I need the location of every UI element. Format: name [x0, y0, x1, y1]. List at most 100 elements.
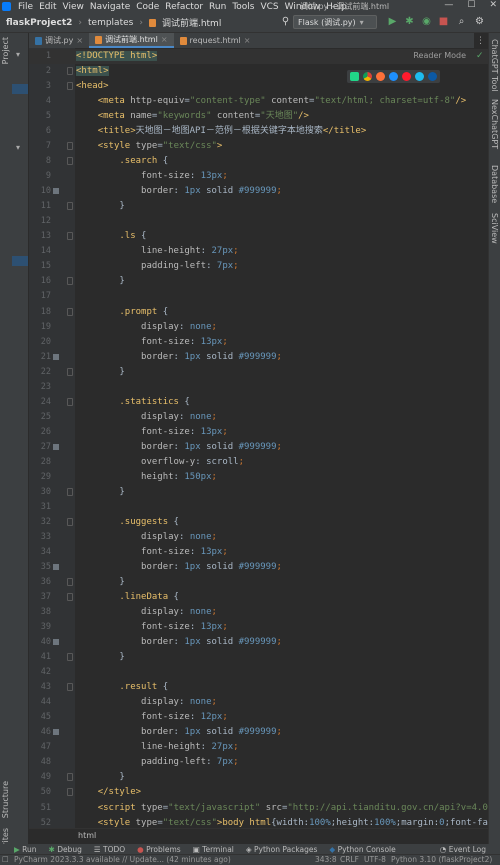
line-number[interactable]: 32 [29, 515, 51, 530]
sciview-tool-button[interactable]: SciView [490, 213, 499, 244]
line-number[interactable]: 28 [29, 455, 51, 470]
menu-item-run[interactable]: Run [209, 2, 226, 12]
code-line[interactable]: 25 display: none; [29, 410, 488, 425]
line-number[interactable]: 23 [29, 380, 51, 395]
more-tabs-icon[interactable]: ⋮ [476, 36, 485, 46]
caret-position[interactable]: 343:8 [315, 855, 337, 864]
code-line[interactable]: 37 .lineData { [29, 590, 488, 605]
editor-breadcrumb-item[interactable]: html [78, 831, 96, 840]
fold-icon[interactable] [67, 67, 73, 76]
line-number[interactable]: 41 [29, 650, 51, 665]
line-number[interactable]: 7 [29, 139, 51, 154]
line-number[interactable]: 1 [29, 49, 51, 64]
breadcrumb-folder[interactable]: templates [88, 18, 133, 28]
line-number[interactable]: 43 [29, 680, 51, 695]
code-line[interactable]: 27 border: 1px solid #999999; [29, 440, 488, 455]
line-number[interactable]: 40 [29, 635, 51, 650]
line-number[interactable]: 11 [29, 199, 51, 214]
gutter-marker-icon[interactable] [53, 353, 59, 360]
code-line[interactable]: 9 font-size: 13px; [29, 169, 488, 184]
debug-tool-button[interactable]: ✱ Debug [49, 845, 82, 854]
close-icon[interactable]: × [161, 35, 168, 44]
code-line[interactable]: 49 } [29, 770, 488, 785]
fold-icon[interactable] [67, 397, 73, 406]
search-icon[interactable]: ⌕ [456, 16, 467, 27]
stop-icon[interactable]: ■ [438, 16, 449, 27]
line-number[interactable]: 35 [29, 560, 51, 575]
line-number[interactable]: 5 [29, 109, 51, 124]
line-number[interactable]: 26 [29, 425, 51, 440]
line-number[interactable]: 39 [29, 620, 51, 635]
fold-icon[interactable] [67, 367, 73, 376]
code-line[interactable]: 22 } [29, 365, 488, 380]
code-line[interactable]: 8 .search { [29, 154, 488, 169]
menu-item-code[interactable]: Code [136, 2, 159, 12]
structure-tool-button[interactable]: Structure [1, 781, 10, 818]
code-line[interactable]: 32 .suggests { [29, 515, 488, 530]
project-panel[interactable] [12, 33, 29, 844]
gutter-marker-icon[interactable] [53, 639, 59, 646]
code-line[interactable]: 41 } [29, 650, 488, 665]
code-line[interactable]: 6 <title>天地图－地图API－范例－根据关键字本地搜索</title> [29, 124, 488, 139]
close-icon[interactable]: × [76, 36, 83, 45]
code-line[interactable]: 4 <meta http-equiv="content-type" conten… [29, 94, 488, 109]
menu-item-file[interactable]: File [18, 2, 33, 12]
pycharm-browser-icon[interactable] [350, 72, 359, 81]
run-icon[interactable]: ▶ [387, 16, 398, 27]
menu-item-edit[interactable]: Edit [39, 2, 56, 12]
fold-icon[interactable] [67, 788, 73, 797]
code-line[interactable]: 33 display: none; [29, 530, 488, 545]
fold-icon[interactable] [67, 517, 73, 526]
status-message[interactable]: PyCharm 2023.3.3 available // Update... … [14, 855, 231, 864]
line-number[interactable]: 8 [29, 154, 51, 169]
gutter-marker-icon[interactable] [53, 564, 59, 571]
code-line[interactable]: 40 border: 1px solid #999999; [29, 635, 488, 650]
line-number[interactable]: 36 [29, 575, 51, 590]
line-number[interactable]: 6 [29, 124, 51, 139]
line-separator[interactable]: CRLF [340, 855, 359, 864]
fold-icon[interactable] [67, 593, 73, 602]
line-number[interactable]: 19 [29, 320, 51, 335]
code-line[interactable]: 24 .statistics { [29, 395, 488, 410]
fold-icon[interactable] [67, 773, 73, 782]
run-config-selector[interactable]: Flask (调试.py) ▾ [293, 15, 377, 29]
settings-icon[interactable]: ⚙ [474, 16, 485, 27]
breadcrumb-file[interactable]: 调试前端.html [162, 16, 221, 29]
line-number[interactable]: 33 [29, 530, 51, 545]
nexchatgpt-tool-button[interactable]: NexChatGPT [490, 99, 499, 149]
line-number[interactable]: 18 [29, 305, 51, 320]
line-number[interactable]: 48 [29, 755, 51, 770]
code-line[interactable]: 18 .prompt { [29, 305, 488, 320]
code-line[interactable]: 10 border: 1px solid #999999; [29, 184, 488, 199]
code-line[interactable]: 17 [29, 289, 488, 304]
file-encoding[interactable]: UTF-8 [364, 855, 386, 864]
opera-icon[interactable] [402, 72, 411, 81]
breadcrumb-project[interactable]: flaskProject2 [6, 18, 72, 28]
code-line[interactable]: 14 line-height: 27px; [29, 244, 488, 259]
tab-debug-frontend-html[interactable]: 调试前端.html × [89, 33, 174, 48]
code-line[interactable]: 19 display: none; [29, 320, 488, 335]
project-tree-selection[interactable] [12, 256, 28, 266]
menu-item-view[interactable]: View [63, 2, 84, 12]
fold-icon[interactable] [67, 683, 73, 692]
database-tool-button[interactable]: Database [490, 165, 499, 203]
code-line[interactable]: 26 font-size: 13px; [29, 425, 488, 440]
project-tree-arrow-icon[interactable]: ▾ [16, 50, 20, 59]
fold-icon[interactable] [67, 653, 73, 662]
fold-icon[interactable] [67, 487, 73, 496]
line-number[interactable]: 22 [29, 365, 51, 380]
code-line[interactable]: 20 font-size: 13px; [29, 335, 488, 350]
edge-icon[interactable] [428, 72, 437, 81]
code-editor[interactable]: 1 <!DOCTYPE html> 2 <html> 3 <head> 4 <meta ht… [29, 48, 488, 828]
fold-icon[interactable] [67, 277, 73, 286]
fold-icon[interactable] [67, 82, 73, 91]
line-number[interactable]: 46 [29, 725, 51, 740]
code-line[interactable]: 38 display: none; [29, 605, 488, 620]
line-number[interactable]: 47 [29, 740, 51, 755]
code-line[interactable]: 16 } [29, 274, 488, 289]
menu-item-vcs[interactable]: VCS [260, 2, 278, 12]
tab-request-html[interactable]: request.html × [174, 33, 257, 48]
terminal-tool-button[interactable]: ▣ Terminal [193, 845, 234, 854]
reader-mode-toggle[interactable]: Reader Mode [413, 51, 466, 60]
line-number[interactable]: 13 [29, 229, 51, 244]
